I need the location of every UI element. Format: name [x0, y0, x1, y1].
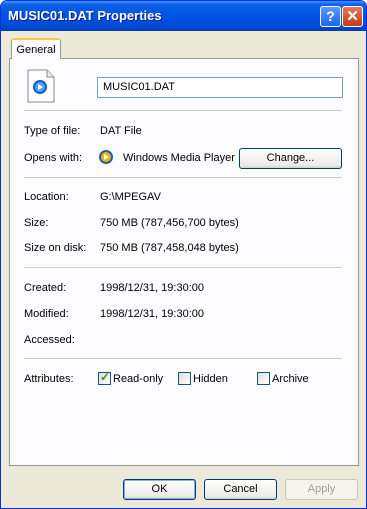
- location-value: G:\MPEGAV: [100, 191, 161, 203]
- size-value: 750 MB (787,456,700 bytes): [100, 217, 239, 229]
- size-label: Size:: [24, 217, 49, 229]
- window-title: MUSIC01.DAT Properties: [8, 8, 162, 23]
- title-bar[interactable]: MUSIC01.DAT Properties ? ✕: [1, 1, 366, 31]
- type-of-file-label: Type of file:: [24, 125, 81, 137]
- windows-media-player-icon: [99, 150, 113, 164]
- apply-button[interactable]: Apply: [285, 479, 358, 500]
- close-button[interactable]: ✕: [342, 6, 363, 27]
- filename-field[interactable]: MUSIC01.DAT: [97, 77, 343, 98]
- tab-general[interactable]: General: [11, 38, 61, 59]
- divider: [24, 358, 342, 359]
- divider: [24, 177, 342, 178]
- help-button[interactable]: ?: [320, 6, 341, 27]
- cancel-button[interactable]: Cancel: [204, 479, 277, 500]
- read-only-label[interactable]: Read-only: [113, 373, 163, 385]
- archive-label[interactable]: Archive: [272, 373, 309, 385]
- media-file-icon: [27, 69, 55, 103]
- ok-button[interactable]: OK: [123, 479, 196, 500]
- change-button[interactable]: Change...: [239, 148, 342, 169]
- opens-with-value: Windows Media Player: [123, 152, 235, 164]
- change-button-label: Change...: [266, 152, 315, 164]
- divider: [24, 267, 342, 268]
- divider: [24, 110, 342, 111]
- read-only-checkbox[interactable]: ✓: [98, 370, 111, 385]
- archive-checkbox[interactable]: [257, 372, 270, 385]
- properties-dialog: MUSIC01.DAT Properties ? ✕ General MUSIC…: [0, 0, 367, 509]
- checkmark-icon: ✓: [100, 370, 111, 384]
- size-on-disk-value: 750 MB (787,458,048 bytes): [100, 242, 239, 254]
- modified-label: Modified:: [24, 308, 69, 320]
- opens-with-label: Opens with:: [24, 152, 83, 164]
- hidden-label[interactable]: Hidden: [193, 373, 228, 385]
- created-value: 1998/12/31, 19:30:00: [100, 282, 204, 294]
- modified-value: 1998/12/31, 19:30:00: [100, 308, 204, 320]
- hidden-checkbox[interactable]: [178, 372, 191, 385]
- size-on-disk-label: Size on disk:: [24, 242, 87, 254]
- general-panel: [9, 58, 359, 466]
- created-label: Created:: [24, 282, 67, 294]
- attributes-label: Attributes:: [24, 373, 74, 385]
- location-label: Location:: [24, 191, 69, 203]
- accessed-label: Accessed:: [24, 334, 75, 346]
- type-of-file-value: DAT File: [100, 125, 142, 137]
